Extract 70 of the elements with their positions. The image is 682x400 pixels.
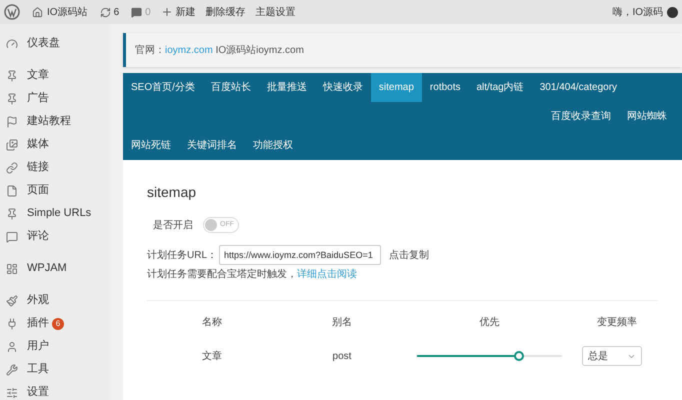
column-header: 优先 xyxy=(478,316,500,330)
url-input-field[interactable]: https://www.ioymz.com?BaiduSEO=1 xyxy=(219,245,382,265)
sidebar-item[interactable]: 建站教程 xyxy=(0,110,110,133)
wordpress-logo-icon[interactable] xyxy=(4,4,20,20)
sidebar-item[interactable]: 媒体 xyxy=(0,133,110,156)
tab[interactable]: 网站死链 xyxy=(123,131,179,160)
user-icon xyxy=(6,340,18,352)
tab[interactable]: 百度站长 xyxy=(202,73,259,102)
sidebar-item[interactable]: 工具 xyxy=(0,358,110,381)
site-name-link[interactable]: IO源码站 xyxy=(47,4,88,20)
sidebar-item[interactable]: 页面 xyxy=(0,179,110,202)
sidebar-item[interactable]: 链接 xyxy=(0,156,110,179)
sidebar-item[interactable]: 评论 xyxy=(0,225,110,248)
tab[interactable]: alt/tag内链 xyxy=(468,73,532,102)
tab[interactable]: SEO首页/分类 xyxy=(123,73,203,102)
pin-icon xyxy=(6,70,18,82)
pin-icon xyxy=(6,208,18,220)
sidebar-item[interactable]: Simple URLs xyxy=(0,202,110,225)
tab[interactable]: 301/404/category xyxy=(532,73,626,102)
refresh-icon[interactable] xyxy=(100,6,111,18)
column-header: 名称 xyxy=(201,316,223,330)
tab[interactable]: 关键词排名 xyxy=(179,131,245,160)
dashboard-icon xyxy=(6,38,18,50)
sidebar-item[interactable]: 用户 xyxy=(0,335,110,358)
column-header: 别名 xyxy=(331,316,353,330)
wrench-icon xyxy=(6,364,18,376)
hint-text: 计划任务需要配合宝塔定时触发，详细点击阅读 xyxy=(147,268,358,282)
new-link[interactable]: 新建 xyxy=(176,4,196,20)
sidebar-item[interactable]: 外观 xyxy=(0,289,110,312)
sidebar-item[interactable]: 广告 xyxy=(0,87,110,110)
priority-slider[interactable] xyxy=(417,350,562,362)
sidebar-item[interactable]: 插件 6 xyxy=(0,312,110,335)
notice-text: 官网：ioymz.com IO源码站ioymz.com xyxy=(135,44,304,58)
field-label: 计划任务URL： xyxy=(147,248,218,262)
sidebar-item[interactable]: 设置 xyxy=(0,381,110,400)
tab[interactable]: 百度收录查询 xyxy=(543,102,619,131)
page-icon xyxy=(6,184,18,196)
brush-icon xyxy=(6,294,18,306)
home-icon[interactable] xyxy=(32,6,43,18)
comment-icon[interactable] xyxy=(131,6,142,18)
sidebar-item[interactable]: WPJAM xyxy=(0,257,110,280)
link-icon xyxy=(6,162,18,174)
column-header: 变更频率 xyxy=(596,316,638,330)
table-cell-text: post xyxy=(332,350,352,364)
tab[interactable]: rotbots xyxy=(422,73,468,102)
plus-icon[interactable] xyxy=(160,6,173,18)
table-cell-text: 文章 xyxy=(201,350,223,364)
images-icon xyxy=(6,138,18,150)
field-label: 是否开启 xyxy=(153,218,193,232)
avatar-icon[interactable] xyxy=(667,6,678,18)
pin-icon xyxy=(6,92,18,104)
updates-count[interactable]: 6 xyxy=(114,4,120,20)
comment-icon xyxy=(6,230,18,242)
dashboard-icon xyxy=(6,262,18,274)
tab[interactable]: 快速收录 xyxy=(314,73,371,102)
admin-bar-link[interactable]: 主题设置 xyxy=(256,4,296,20)
flag-icon xyxy=(6,116,18,128)
settings-icon xyxy=(6,386,18,398)
tab[interactable]: 批量推送 xyxy=(258,73,315,102)
frequency-select[interactable]: 总是 xyxy=(582,346,642,366)
copy-link[interactable]: 点击复制 xyxy=(389,248,430,262)
sidebar-item[interactable]: 仪表盘 xyxy=(0,32,110,55)
admin-bar-link[interactable]: 删除缓存 xyxy=(206,4,246,20)
count-badge: 6 xyxy=(52,318,64,330)
tab[interactable]: 网站蜘蛛 xyxy=(619,102,675,131)
greeting-link[interactable]: 嗨，IO源码 xyxy=(612,4,663,20)
plug-icon xyxy=(6,318,18,330)
sidebar-item[interactable]: 文章 xyxy=(0,64,110,87)
tab[interactable]: 功能授权 xyxy=(245,131,301,160)
section-title: sitemap xyxy=(147,183,198,202)
